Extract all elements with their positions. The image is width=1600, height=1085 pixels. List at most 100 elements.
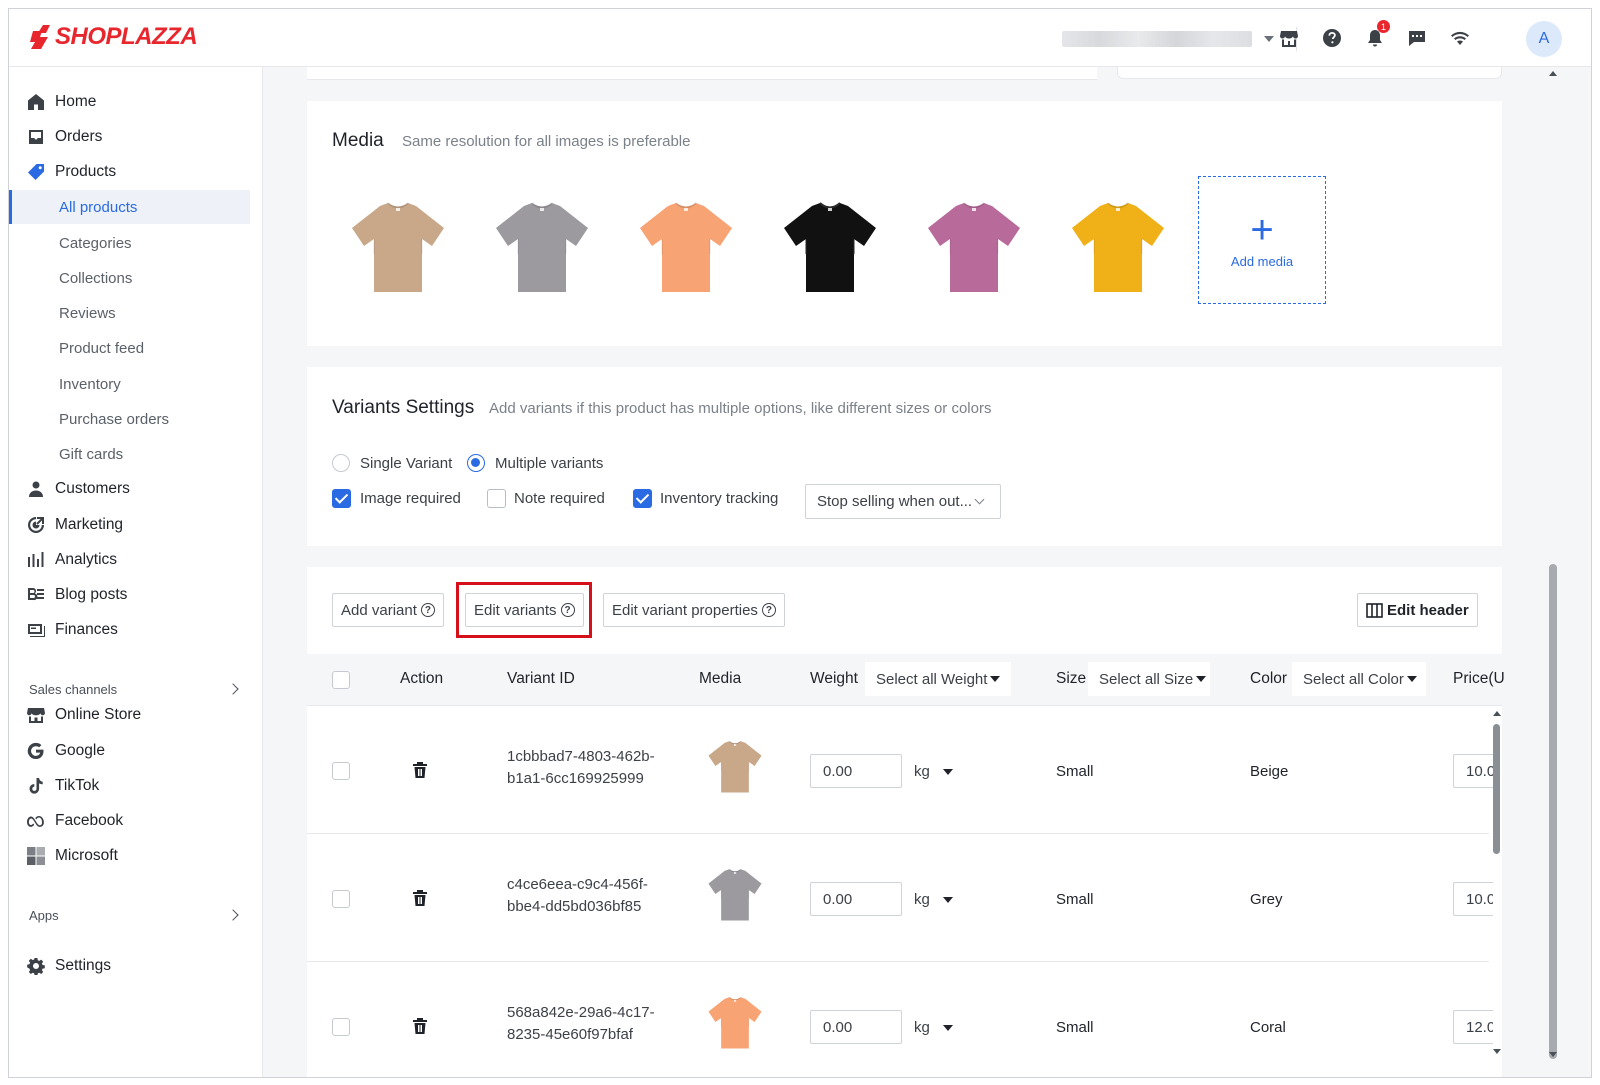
header-size: Size [1056,670,1087,687]
tshirt-image [784,202,876,292]
media-thumbnail-beige-tshirt[interactable] [346,194,450,298]
bell-icon[interactable]: 1 [1363,20,1390,50]
sidebar-item-inventory[interactable]: Inventory [9,367,263,401]
sidebar-item-reviews[interactable]: Reviews [9,296,263,330]
blog-icon [27,586,45,604]
sidebar-item-products[interactable]: Products [9,155,263,189]
weight-unit-select[interactable]: kg [914,891,930,908]
sidebar-item-all-products[interactable]: All products [9,190,250,224]
storefront-icon[interactable] [1277,26,1301,50]
store-selector[interactable] [1062,29,1280,49]
add-media-button[interactable]: + Add media [1198,176,1326,304]
select-all-weight-dropdown[interactable]: Select all Weight [865,662,1011,696]
sidebar-item-collections[interactable]: Collections [9,261,263,295]
select-all-color-dropdown[interactable]: Select all Color [1292,662,1426,696]
variant-media-thumbnail[interactable] [705,864,765,924]
media-thumbnail-black-tshirt[interactable] [778,194,882,298]
sidebar-item-google[interactable]: Google [9,734,263,768]
trash-icon[interactable] [412,1017,428,1035]
variant-id-line: b1a1-6cc169925999 [507,770,644,787]
sidebar-item-label: Reviews [59,304,116,322]
sidebar-item-microsoft[interactable]: Microsoft [9,839,263,873]
sidebar-item-home[interactable]: Home [9,85,263,119]
help-icon[interactable]: ? [420,603,435,617]
variant-media-thumbnail[interactable] [705,736,765,796]
sidebar-item-tiktok[interactable]: TikTok [9,769,263,803]
help-icon[interactable]: ? [761,603,776,617]
apps-header[interactable]: Apps [9,898,263,932]
variant-media-thumbnail[interactable] [705,992,765,1052]
header-color: Color [1250,670,1288,687]
weight-input[interactable]: 0.00 [810,882,902,916]
plus-icon: + [1250,207,1274,252]
weight-input[interactable]: 0.00 [810,754,902,788]
sidebar-item-finances[interactable]: Finances [9,613,263,647]
tshirt-image [352,202,444,292]
page-scroll-down-icon[interactable] [1549,1052,1557,1057]
weight-unit-select[interactable]: kg [914,1019,930,1036]
page-scrollbar[interactable] [1549,564,1557,1059]
price-input[interactable]: 10.0 [1453,754,1493,788]
caret-down-icon[interactable] [943,1025,953,1031]
add-variant-button[interactable]: Add variant ? [332,593,444,627]
single-variant-radio[interactable] [332,454,350,472]
inventory-tracking-checkbox[interactable] [633,489,652,508]
select-all-checkbox[interactable] [332,671,350,689]
chevron-right-icon [227,683,239,695]
price-input[interactable]: 10.0 [1453,882,1493,916]
select-all-size-dropdown[interactable]: Select all Size [1088,662,1210,696]
sidebar-item-purchase-orders[interactable]: Purchase orders [9,402,263,436]
weight-input[interactable]: 0.00 [810,1010,902,1044]
note-required-checkbox[interactable] [487,489,506,508]
trash-icon[interactable] [412,761,428,779]
sidebar-item-product-feed[interactable]: Product feed [9,331,263,365]
table-scrollbar[interactable] [1493,724,1500,854]
sidebar-item-blog-posts[interactable]: Blog posts [9,578,263,612]
sidebar-item-marketing[interactable]: Marketing [9,508,263,542]
row-checkbox[interactable] [332,890,350,908]
row-checkbox[interactable] [332,762,350,780]
multiple-variants-radio[interactable] [467,454,485,472]
sidebar-item-orders[interactable]: Orders [9,120,263,154]
media-thumbnail-yellow-tshirt[interactable] [1066,194,1170,298]
sidebar-item-facebook[interactable]: Facebook [9,804,263,838]
media-thumbnail-coral-tshirt[interactable] [634,194,738,298]
media-thumbnail-grey-tshirt[interactable] [490,194,594,298]
caret-down-icon[interactable] [943,769,953,775]
chat-icon[interactable] [1405,26,1429,50]
weight-unit-select[interactable]: kg [914,763,930,780]
row-checkbox[interactable] [332,1018,350,1036]
home-icon [27,93,45,111]
inventory-tracking-label: Inventory tracking [660,490,779,507]
user-avatar[interactable]: A [1526,21,1562,57]
table-scroll-down-icon[interactable] [1493,1049,1501,1054]
sidebar-item-label: Inventory [59,375,121,393]
media-thumbnail-pink-tshirt[interactable] [922,194,1026,298]
trash-icon[interactable] [412,889,428,907]
sidebar-item-gift-cards[interactable]: Gift cards [9,437,263,471]
out-of-stock-policy-select[interactable]: Stop selling when out... [805,484,1001,519]
caret-down-icon[interactable] [943,897,953,903]
sidebar-item-customers[interactable]: Customers [9,472,263,506]
table-scroll-up-icon[interactable] [1493,711,1501,716]
sidebar-item-online-store[interactable]: Online Store [9,698,263,732]
top-bar: SHOPLAZZA 1 A [9,9,1591,67]
page-scroll-up-icon[interactable] [1549,71,1557,76]
sidebar-item-settings[interactable]: Settings [9,949,263,983]
table-row: 1cbbbad7-4803-462b-b1a1-6cc169925999 0.00… [307,706,1493,834]
wifi-icon[interactable] [1448,26,1472,50]
tiktok-icon [27,777,45,795]
help-icon[interactable] [1320,26,1344,50]
edit-variant-properties-button[interactable]: Edit variant properties ? [603,593,785,627]
edit-header-button[interactable]: Edit header [1357,593,1478,627]
add-media-label: Add media [1230,253,1294,269]
image-required-checkbox[interactable] [332,489,351,508]
sidebar-item-categories[interactable]: Categories [9,226,263,260]
shoplazza-logo[interactable]: SHOPLAZZA [29,23,198,51]
color-value: Beige [1250,763,1289,780]
price-input[interactable]: 12.0 [1453,1010,1493,1044]
inbox-icon [27,128,45,146]
weight-value: 0.00 [823,762,853,780]
variant-id-line: c4ce6eea-c9c4-456f- [507,876,648,893]
sidebar-item-analytics[interactable]: Analytics [9,543,263,577]
